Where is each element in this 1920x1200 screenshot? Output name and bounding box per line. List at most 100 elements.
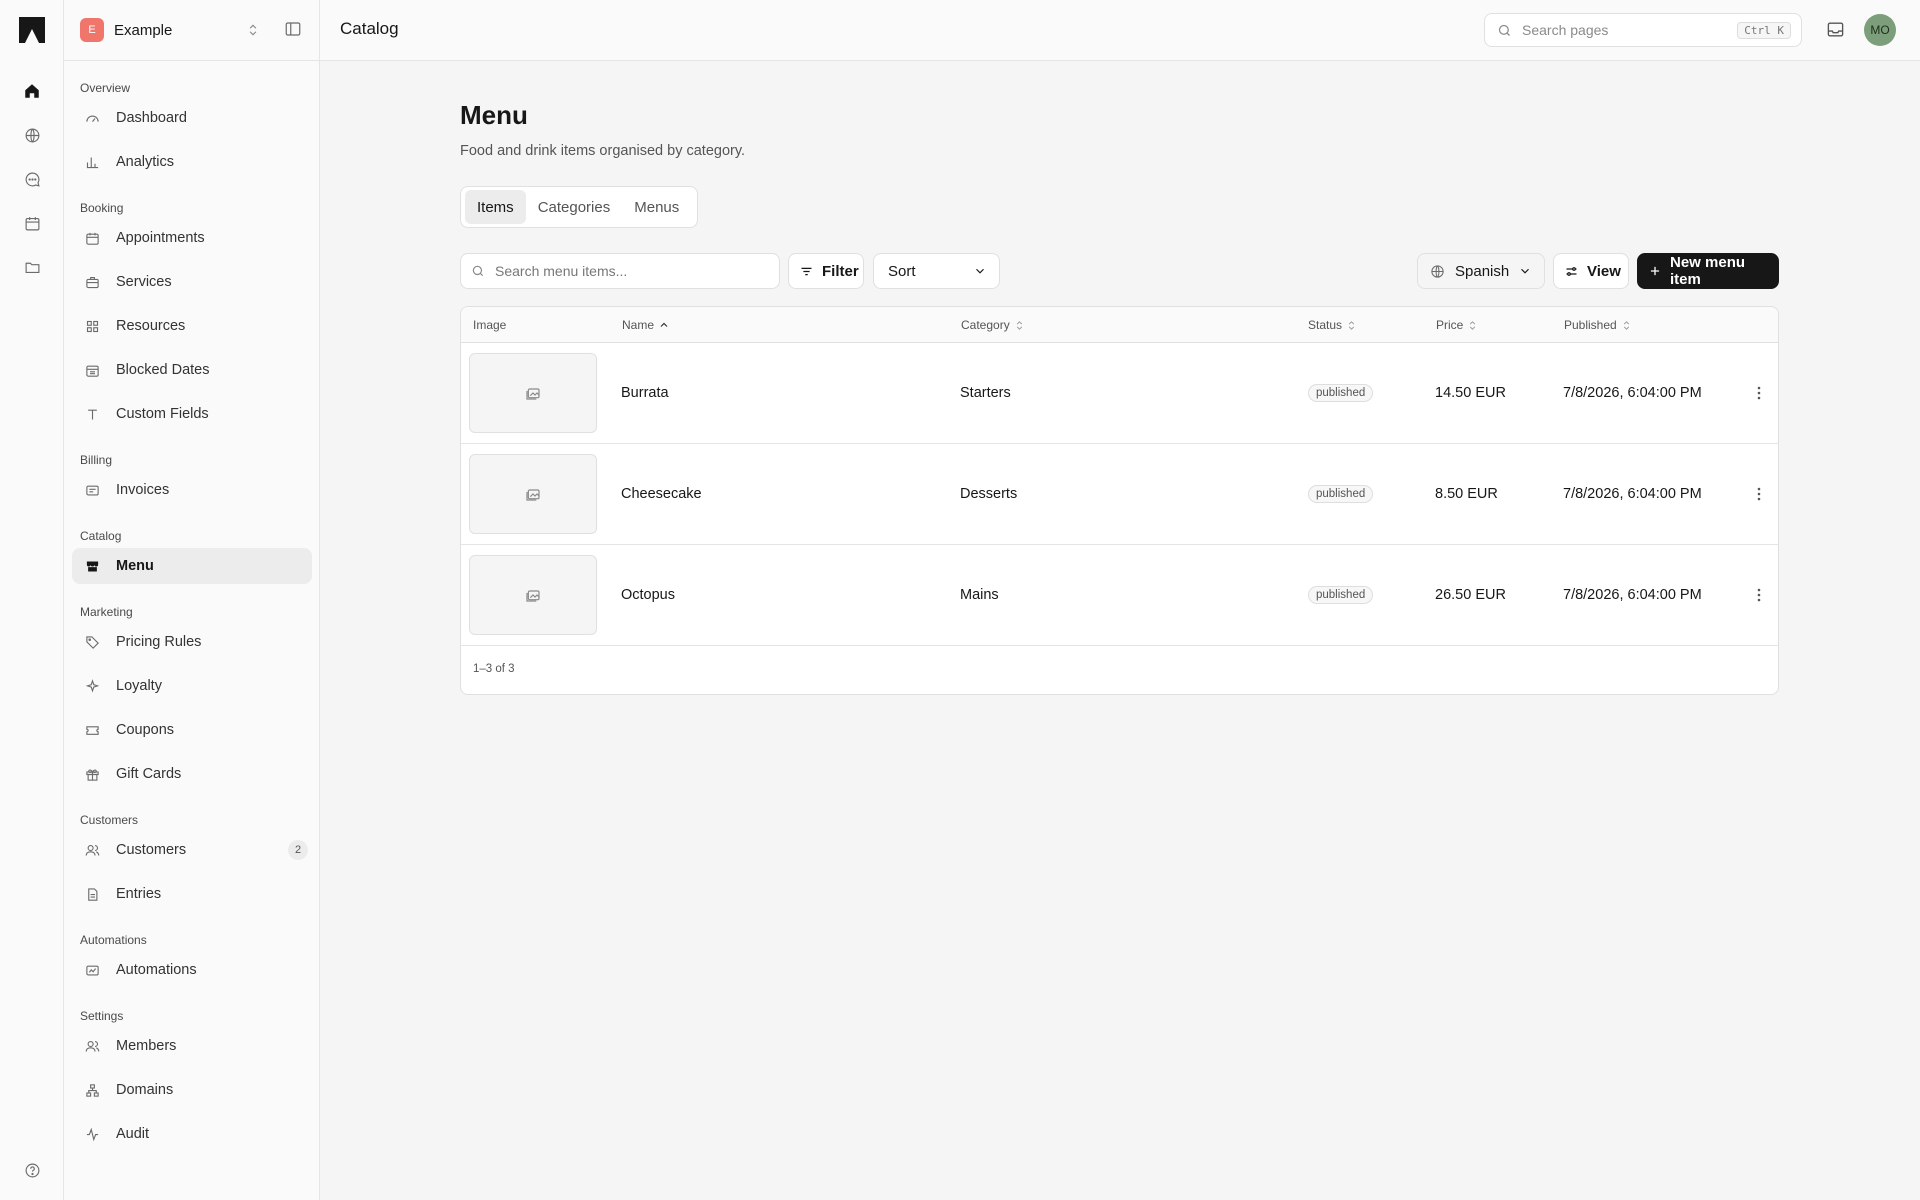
file-icon xyxy=(84,886,100,902)
keyboard-shortcut: Ctrl K xyxy=(1737,21,1791,39)
sidebar-item-label: Invoices xyxy=(116,482,170,498)
tab-categories[interactable]: Categories xyxy=(526,190,623,224)
bar-chart-icon xyxy=(84,154,100,170)
new-menu-item-button[interactable]: New menu item xyxy=(1637,253,1779,289)
item-category: Starters xyxy=(960,385,1011,401)
sidebar-item-label: Coupons xyxy=(116,722,175,738)
sidebar-item-services[interactable]: Services xyxy=(72,264,312,300)
calendar-icon xyxy=(84,230,100,246)
sidebar-item-analytics[interactable]: Analytics xyxy=(72,144,312,180)
page-search-input[interactable]: Search pages Ctrl K xyxy=(1484,13,1802,47)
item-status: published xyxy=(1308,545,1374,645)
sidebar-item-audit[interactable]: Audit xyxy=(72,1116,312,1152)
status-badge: published xyxy=(1308,485,1374,503)
search-icon xyxy=(1497,23,1512,38)
sidebar-item-invoices[interactable]: Invoices xyxy=(72,472,312,508)
page-title: Menu xyxy=(460,100,528,130)
filter-button[interactable]: Filter xyxy=(788,253,864,289)
sidebar-item-loyalty[interactable]: Loyalty xyxy=(72,668,312,704)
inbox-icon[interactable] xyxy=(1826,20,1845,39)
calendar-icon[interactable] xyxy=(20,211,44,235)
sidebar-item-blocked-dates[interactable]: Blocked Dates xyxy=(72,352,312,388)
column-header-price[interactable]: Price xyxy=(1436,307,1478,343)
tab-items[interactable]: Items xyxy=(465,190,526,224)
sidebar-item-dashboard[interactable]: Dashboard xyxy=(72,100,312,136)
workspace-switcher[interactable]: E Example xyxy=(80,18,260,42)
sidebar-nav: Overview Dashboard Analytics Booking App… xyxy=(72,68,312,1160)
group-label-billing: Billing xyxy=(80,453,113,467)
sidebar-item-coupons[interactable]: Coupons xyxy=(72,712,312,748)
column-header-label: Published xyxy=(1564,318,1617,332)
sidebar-item-label: Dashboard xyxy=(116,110,187,126)
image-placeholder-icon xyxy=(469,555,597,635)
menu-search-input[interactable] xyxy=(495,263,765,279)
briefcase-icon xyxy=(84,274,100,290)
column-header-label: Price xyxy=(1436,318,1464,332)
text-icon xyxy=(84,406,100,422)
grid-icon xyxy=(84,318,100,334)
sidebar-item-label: Domains xyxy=(116,1082,174,1098)
home-icon[interactable] xyxy=(20,79,44,103)
view-label: View xyxy=(1587,262,1621,280)
store-icon xyxy=(84,558,100,574)
globe-icon xyxy=(1430,264,1445,279)
item-name: Octopus xyxy=(621,587,675,603)
activity-icon xyxy=(84,1126,100,1142)
sidebar-item-label: Resources xyxy=(116,318,186,334)
filter-icon xyxy=(799,264,814,279)
sidebar-item-custom-fields[interactable]: Custom Fields xyxy=(72,396,312,432)
group-label-catalog: Catalog xyxy=(80,529,122,543)
item-status: published xyxy=(1308,343,1374,443)
tag-icon xyxy=(84,634,100,650)
more-vertical-icon[interactable] xyxy=(1749,585,1769,605)
page-subtitle: Food and drink items organised by catego… xyxy=(460,143,746,159)
help-icon[interactable] xyxy=(20,1158,44,1182)
sidebar-item-members[interactable]: Members xyxy=(72,1028,312,1064)
sidebar-item-appointments[interactable]: Appointments xyxy=(72,220,312,256)
more-vertical-icon[interactable] xyxy=(1749,383,1769,403)
table-row[interactable]: Burrata Starters published 14.50 EUR 7/8… xyxy=(461,343,1778,444)
column-header-category[interactable]: Category xyxy=(961,307,1025,343)
sort-select[interactable]: Sort xyxy=(873,253,1000,289)
filter-label: Filter xyxy=(822,262,859,280)
sidebar-item-label: Services xyxy=(116,274,172,290)
chat-icon[interactable] xyxy=(20,167,44,191)
users-icon xyxy=(84,1038,100,1054)
item-price: 26.50 EUR xyxy=(1435,587,1506,603)
tab-menus[interactable]: Menus xyxy=(622,190,691,224)
sidebar-item-resources[interactable]: Resources xyxy=(72,308,312,344)
item-name: Cheesecake xyxy=(621,486,702,502)
folder-icon[interactable] xyxy=(20,255,44,279)
column-header-published[interactable]: Published xyxy=(1564,307,1632,343)
user-avatar[interactable]: MO xyxy=(1864,14,1896,46)
item-published: 7/8/2026, 6:04:00 PM xyxy=(1563,486,1702,502)
table-row[interactable]: Octopus Mains published 26.50 EUR 7/8/20… xyxy=(461,545,1778,646)
chevron-down-icon xyxy=(973,264,987,278)
globe-icon[interactable] xyxy=(20,123,44,147)
group-label-marketing: Marketing xyxy=(80,605,133,619)
view-button[interactable]: View xyxy=(1553,253,1629,289)
table-row[interactable]: Cheesecake Desserts published 8.50 EUR 7… xyxy=(461,444,1778,545)
sidebar-item-menu[interactable]: Menu xyxy=(72,548,312,584)
more-vertical-icon[interactable] xyxy=(1749,484,1769,504)
column-header-name[interactable]: Name xyxy=(622,307,670,343)
sort-label: Sort xyxy=(888,262,916,280)
sidebar-item-domains[interactable]: Domains xyxy=(72,1072,312,1108)
sort-icon xyxy=(1617,320,1632,331)
sidebar-toggle-icon[interactable] xyxy=(284,20,302,38)
receipt-icon xyxy=(84,482,100,498)
language-select[interactable]: Spanish xyxy=(1417,253,1545,289)
menu-search-field xyxy=(460,253,780,289)
sidebar-item-automations[interactable]: Automations xyxy=(72,952,312,988)
sidebar-item-label: Automations xyxy=(116,962,197,978)
column-header-label: Image xyxy=(473,318,507,332)
sidebar-item-entries[interactable]: Entries xyxy=(72,876,312,912)
app-logo-icon[interactable] xyxy=(18,16,46,44)
column-header-status[interactable]: Status xyxy=(1308,307,1357,343)
sidebar-item-pricing-rules[interactable]: Pricing Rules xyxy=(72,624,312,660)
search-placeholder: Search pages xyxy=(1522,22,1609,38)
sidebar-item-gift-cards[interactable]: Gift Cards xyxy=(72,756,312,792)
sidebar-item-customers[interactable]: Customers 2 xyxy=(72,832,312,868)
sidebar-item-label: Customers xyxy=(116,842,187,858)
item-price: 14.50 EUR xyxy=(1435,385,1506,401)
